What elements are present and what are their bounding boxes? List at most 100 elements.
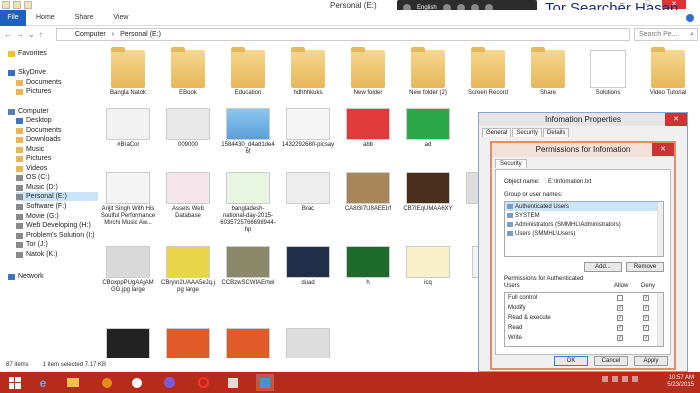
file-item[interactable]: 1584430_d4ad1de46f [220, 108, 276, 156]
sidebar-item-personal-e[interactable]: Personal (E:) [16, 192, 98, 201]
sidebar-skydrive[interactable]: SkyDrive [8, 68, 46, 77]
sidebar-item-music[interactable]: Music [16, 145, 44, 154]
sidebar-item-downloads[interactable]: Downloads [16, 135, 61, 144]
file-item[interactable] [160, 328, 216, 360]
cancel-button[interactable]: Cancel [594, 356, 628, 366]
file-item[interactable]: Arijit Singh With His Soulful Performanc… [100, 172, 156, 227]
sidebar-item-desktop[interactable]: Desktop [16, 116, 52, 125]
new-folder-icon[interactable] [24, 1, 32, 9]
file-item[interactable]: Brac [280, 172, 336, 213]
clock[interactable]: 10:57 AM 5/23/2015 [667, 375, 694, 389]
recorder-app-icon[interactable] [256, 374, 274, 391]
apply-button[interactable]: Apply [634, 356, 668, 366]
sidebar-item-skydrive-documents[interactable]: Documents [16, 78, 61, 87]
deny-checkbox[interactable]: ✓ [643, 305, 649, 311]
game-icon[interactable] [128, 374, 146, 391]
up-icon[interactable]: ↑ [39, 30, 43, 39]
folder-item[interactable]: Bangla Natok [100, 47, 156, 97]
file-item[interactable]: CBry\n2UAAA5eJq.jpg large [160, 246, 216, 294]
list-item[interactable]: Administrators (SMMHL\Administrators) [505, 220, 663, 229]
file-explorer-icon[interactable] [64, 374, 82, 391]
file-tab[interactable]: File [0, 9, 26, 26]
sidebar-favorites[interactable]: Favorites [8, 49, 47, 58]
deny-checkbox[interactable]: ✓ [643, 295, 649, 301]
allow-checkbox[interactable]: ✓ [617, 305, 623, 311]
file-item[interactable]: CBoxppPUgAAjAMGG.jpg large [100, 246, 156, 294]
deny-checkbox[interactable]: ✓ [643, 315, 649, 321]
file-item[interactable] [220, 328, 276, 360]
sidebar-item-os-c[interactable]: OS (C:) [16, 173, 50, 182]
breadcrumb-computer[interactable]: Computer [75, 31, 106, 38]
file-item[interactable]: abb [340, 108, 396, 149]
file-item[interactable]: CCBzwSCWIAErtwl [220, 246, 276, 287]
deny-checkbox[interactable]: ✓ [643, 325, 649, 331]
sidebar-item-natok-k[interactable]: Natok (K:) [16, 250, 58, 259]
app-icon[interactable] [224, 374, 242, 391]
sidebar-item-problems-solution-i[interactable]: Problem's Solution (I:) [16, 231, 95, 240]
sidebar-item-pictures[interactable]: Pictures [16, 154, 51, 163]
tab-general[interactable]: General [482, 128, 512, 137]
folder-item[interactable]: hdhhhkuks [280, 47, 336, 97]
tab-view[interactable]: View [103, 14, 138, 21]
sidebar-item-tor-j[interactable]: Tor (J:) [16, 240, 48, 249]
allow-checkbox[interactable]: ✓ [617, 315, 623, 321]
file-item[interactable] [280, 328, 336, 360]
allow-checkbox[interactable]: ✓ [617, 335, 623, 341]
file-item[interactable]: 009000 [160, 108, 216, 149]
list-item[interactable]: SYSTEM [505, 211, 663, 220]
tab-share[interactable]: Share [65, 14, 104, 21]
sidebar-item-software-f[interactable]: Software (F:) [16, 202, 66, 211]
folder-item[interactable]: Solutions [580, 50, 636, 97]
allow-checkbox[interactable] [617, 295, 623, 301]
file-item[interactable]: ad [400, 108, 456, 149]
table-scrollbar[interactable] [657, 293, 663, 346]
folder-icon[interactable] [2, 1, 10, 9]
group-list[interactable]: Authenticated Users SYSTEM Administrator… [504, 201, 664, 257]
search-input[interactable]: Search Pe... ⌕ [634, 28, 698, 41]
file-item[interactable]: icq [400, 246, 456, 287]
address-bar[interactable]: Computer › Personal (E:) [56, 28, 630, 41]
forward-icon[interactable]: → [16, 30, 24, 39]
file-item[interactable] [100, 328, 156, 360]
folder-item[interactable]: Screen Record [460, 47, 516, 97]
tray-icon[interactable] [622, 376, 628, 382]
list-scrollbar[interactable] [657, 202, 663, 256]
tray-icon[interactable] [612, 376, 618, 382]
sidebar-item-skydrive-pictures[interactable]: Pictures [16, 87, 51, 96]
file-item[interactable]: bangladesh-national-day-2015-60357257666… [220, 172, 276, 234]
recent-icon[interactable]: ⌄ [28, 30, 35, 39]
list-item[interactable]: Authenticated Users [505, 202, 663, 211]
file-item[interactable]: h [340, 246, 396, 287]
tab-details[interactable]: Details [543, 128, 570, 137]
close-icon[interactable]: ✕ [652, 143, 674, 156]
sidebar-computer[interactable]: Computer [8, 107, 49, 116]
file-item[interactable]: CB7IEqUMAA6XY [400, 172, 456, 213]
sidebar-item-movie-g[interactable]: Movie (G:) [16, 212, 59, 221]
file-item[interactable]: #BraCol [100, 108, 156, 149]
tab-home[interactable]: Home [26, 14, 65, 21]
sidebar-item-documents[interactable]: Documents [16, 126, 61, 135]
start-icon[interactable] [6, 374, 24, 391]
properties-icon[interactable] [13, 1, 21, 9]
folder-item[interactable]: EBook [160, 47, 216, 97]
add-button[interactable]: Add... [584, 262, 622, 272]
help-icon[interactable] [686, 14, 694, 22]
folder-item[interactable]: Share [520, 47, 576, 97]
internet-explorer-icon[interactable]: e [34, 374, 52, 391]
tray-icon[interactable] [632, 376, 638, 382]
tab-security[interactable]: Security [495, 159, 527, 168]
breadcrumb-personal[interactable]: Personal (E:) [120, 31, 161, 38]
list-item[interactable]: Users (SMMHL\Users) [505, 229, 663, 238]
file-item[interactable]: CA8l3I7U8AEEIrf [340, 172, 396, 213]
tab-security[interactable]: Security [512, 128, 543, 137]
folder-item[interactable]: Video Tutorial [640, 47, 696, 97]
media-player-icon[interactable] [98, 374, 116, 391]
ok-button[interactable]: OK [554, 356, 588, 366]
remove-button[interactable]: Remove [626, 262, 664, 272]
close-icon[interactable]: ✕ [665, 113, 687, 126]
tray-icon[interactable] [602, 376, 608, 382]
deny-checkbox[interactable]: ✓ [643, 335, 649, 341]
allow-checkbox[interactable]: ✓ [617, 325, 623, 331]
file-item[interactable]: duad [280, 246, 336, 287]
opera-icon[interactable] [194, 374, 212, 391]
